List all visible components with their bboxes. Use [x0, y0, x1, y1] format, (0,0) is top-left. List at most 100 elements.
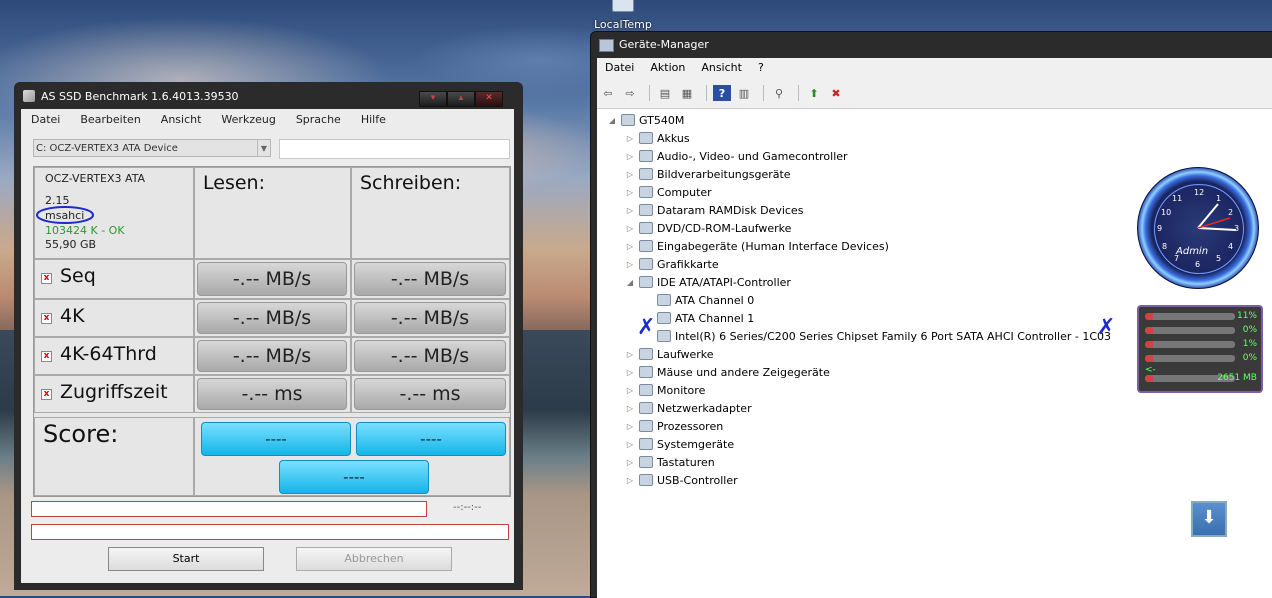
- ide-controller-icon: [639, 276, 653, 288]
- device-manager-icon: [599, 39, 614, 52]
- back-icon[interactable]: ⇦: [599, 85, 617, 101]
- tree-root[interactable]: ◢ GT540M: [607, 111, 684, 129]
- processor-icon: [639, 420, 653, 432]
- progress-bar-test: [31, 501, 427, 517]
- menu-sprache[interactable]: Sprache: [286, 113, 351, 129]
- menu-help[interactable]: ?: [750, 61, 772, 77]
- close-button[interactable]: ✕: [475, 91, 503, 107]
- row-label: Zugriffszeit: [60, 381, 168, 403]
- score-label-cell: Score:: [34, 417, 194, 496]
- read-header: Lesen:: [203, 172, 265, 194]
- clock-gadget[interactable]: 12 1 2 3 4 5 6 7 8 9 10 11 Admin: [1137, 167, 1259, 289]
- input-device-icon: [639, 240, 653, 252]
- menu-datei[interactable]: Datei: [597, 61, 642, 77]
- access-read-result: -.-- ms: [197, 378, 347, 410]
- cpu-value: 11%: [1236, 311, 1257, 321]
- 4k64-checkbox[interactable]: x: [41, 351, 52, 362]
- show-hide-tree-icon[interactable]: ▤: [656, 85, 674, 101]
- row-seq[interactable]: x Seq: [34, 259, 194, 299]
- tree-node[interactable]: ▷ USB-Controller: [625, 471, 738, 489]
- keyboard-icon: [639, 456, 653, 468]
- ide-channel-icon: [657, 330, 671, 342]
- 4k64-read-result: -.-- MB/s: [197, 340, 347, 372]
- tree-node[interactable]: ▷ Grafikkarte: [625, 255, 719, 273]
- tree-node[interactable]: ▷ Dataram RAMDisk Devices: [625, 201, 804, 219]
- blue-x-annotation-left: ✗: [637, 315, 656, 340]
- cancel-button[interactable]: Abbrechen: [296, 547, 452, 571]
- score-total: ----: [279, 460, 429, 494]
- write-header: Schreiben:: [360, 172, 462, 194]
- tree-node[interactable]: ▷ Monitore: [625, 381, 705, 399]
- write-header-cell: Schreiben:: [351, 167, 510, 259]
- uninstall-icon[interactable]: ✖: [827, 85, 845, 101]
- tree-child[interactable]: ATA Channel 0: [643, 291, 754, 309]
- tree-node[interactable]: ▷ Netzwerkadapter: [625, 399, 752, 417]
- seq-read-result: -.-- MB/s: [197, 262, 347, 296]
- scan-hardware-icon[interactable]: ⚲: [770, 85, 788, 101]
- tree-node[interactable]: ▷ Laufwerke: [625, 345, 714, 363]
- cpu-meter-gadget[interactable]: 11% 0% 1% 0% <- 2651 MB: [1137, 305, 1263, 393]
- tree-node[interactable]: ▷ Tastaturen: [625, 453, 715, 471]
- forward-icon[interactable]: ⇨: [621, 85, 639, 101]
- score-write: ----: [356, 422, 506, 456]
- maximize-button[interactable]: ▴: [447, 91, 475, 107]
- help-icon[interactable]: ?: [713, 85, 731, 101]
- start-button[interactable]: Start: [108, 547, 264, 571]
- usb-icon: [639, 474, 653, 486]
- system-device-icon: [639, 438, 653, 450]
- properties-icon[interactable]: ▦: [678, 85, 696, 101]
- drive-select[interactable]: C: OCZ-VERTEX3 ATA Device ▼: [33, 139, 271, 157]
- tree-node[interactable]: ▷ Computer: [625, 183, 712, 201]
- menu-werkzeug[interactable]: Werkzeug: [211, 113, 285, 129]
- 4k-read-result: -.-- MB/s: [197, 302, 347, 334]
- menu-hilfe[interactable]: Hilfe: [351, 113, 396, 129]
- cpu-bar: [1145, 341, 1235, 348]
- menu-bearbeiten[interactable]: Bearbeiten: [70, 113, 150, 129]
- row-access-time[interactable]: x Zugriffszeit: [34, 375, 194, 413]
- menu-datei[interactable]: Datei: [21, 113, 70, 129]
- tree-node[interactable]: ▷ Akkus: [625, 129, 690, 147]
- row-4k-64thrd[interactable]: x 4K-64Thrd: [34, 337, 194, 375]
- monitor-icon: [639, 384, 653, 396]
- tree-node[interactable]: ▷ Eingabegeräte (Human Interface Devices): [625, 237, 889, 255]
- toolbar: ⇦ ⇨ ▤ ▦ ? ▥ ⚲ ⬆ ✖: [599, 82, 1269, 104]
- tree-node[interactable]: ▷ DVD/CD-ROM-Laufwerke: [625, 219, 792, 237]
- minimize-button[interactable]: ▾: [419, 91, 447, 107]
- row-4k[interactable]: x 4K: [34, 299, 194, 337]
- 4k-checkbox[interactable]: x: [41, 313, 52, 324]
- device-tree: ◢ GT540M ▷ Akkus ▷ Audio-, Video- und Gamec…: [597, 108, 1272, 598]
- ide-channel-icon: [657, 294, 671, 306]
- action-icon[interactable]: ▥: [735, 85, 753, 101]
- tree-node-expanded[interactable]: ◢ IDE ATA/ATAPI-Controller: [625, 273, 791, 291]
- tree-child[interactable]: ATA Channel 1: [643, 309, 754, 327]
- drive-icon: [639, 348, 653, 360]
- window-title: Geräte-Manager: [619, 38, 709, 51]
- access-checkbox[interactable]: x: [41, 389, 52, 400]
- desktop-icon-localtemp[interactable]: LocalTemp: [594, 0, 654, 31]
- benchmark-grid: OCZ-VERTEX3 ATA 2.15 msahci 103424 K - O…: [33, 166, 511, 497]
- tree-node[interactable]: ▷ Bildverarbeitungsgeräte: [625, 165, 791, 183]
- seq-checkbox[interactable]: x: [41, 273, 52, 284]
- tree-node[interactable]: ▷ Prozessoren: [625, 417, 723, 435]
- tree-node[interactable]: ▷ Mäuse und andere Zeigegeräte: [625, 363, 830, 381]
- menu-ansicht[interactable]: Ansicht: [151, 113, 212, 129]
- device-manager-window: Geräte-Manager Datei Aktion Ansicht ? ⇦ …: [590, 31, 1272, 598]
- tree-node[interactable]: ▷ Systemgeräte: [625, 435, 734, 453]
- ide-channel-icon: [657, 312, 671, 324]
- row-label: 4K-64Thrd: [60, 343, 157, 365]
- row-label: Seq: [60, 265, 96, 287]
- cpu-value: 0%: [1242, 353, 1257, 363]
- update-driver-icon[interactable]: ⬆: [805, 85, 823, 101]
- toolbar-separator: [798, 85, 799, 101]
- folder-icon: [612, 0, 634, 12]
- computer-icon: [639, 186, 653, 198]
- progress-bar-total: [31, 524, 509, 540]
- tree-node[interactable]: ▷ Audio-, Video- und Gamecontroller: [625, 147, 848, 165]
- menu-ansicht[interactable]: Ansicht: [693, 61, 750, 77]
- meter-arrow: <-: [1145, 365, 1156, 375]
- as-ssd-titlebar[interactable]: AS SSD Benchmark 1.6.4013.39530 ▾ ▴ ✕: [21, 88, 511, 107]
- menu-aktion[interactable]: Aktion: [642, 61, 693, 77]
- download-arrow-icon[interactable]: ⬇: [1191, 501, 1227, 537]
- tree-child-ahci[interactable]: Intel(R) 6 Series/C200 Series Chipset Fa…: [643, 327, 1111, 345]
- chevron-down-icon[interactable]: ▼: [257, 140, 270, 156]
